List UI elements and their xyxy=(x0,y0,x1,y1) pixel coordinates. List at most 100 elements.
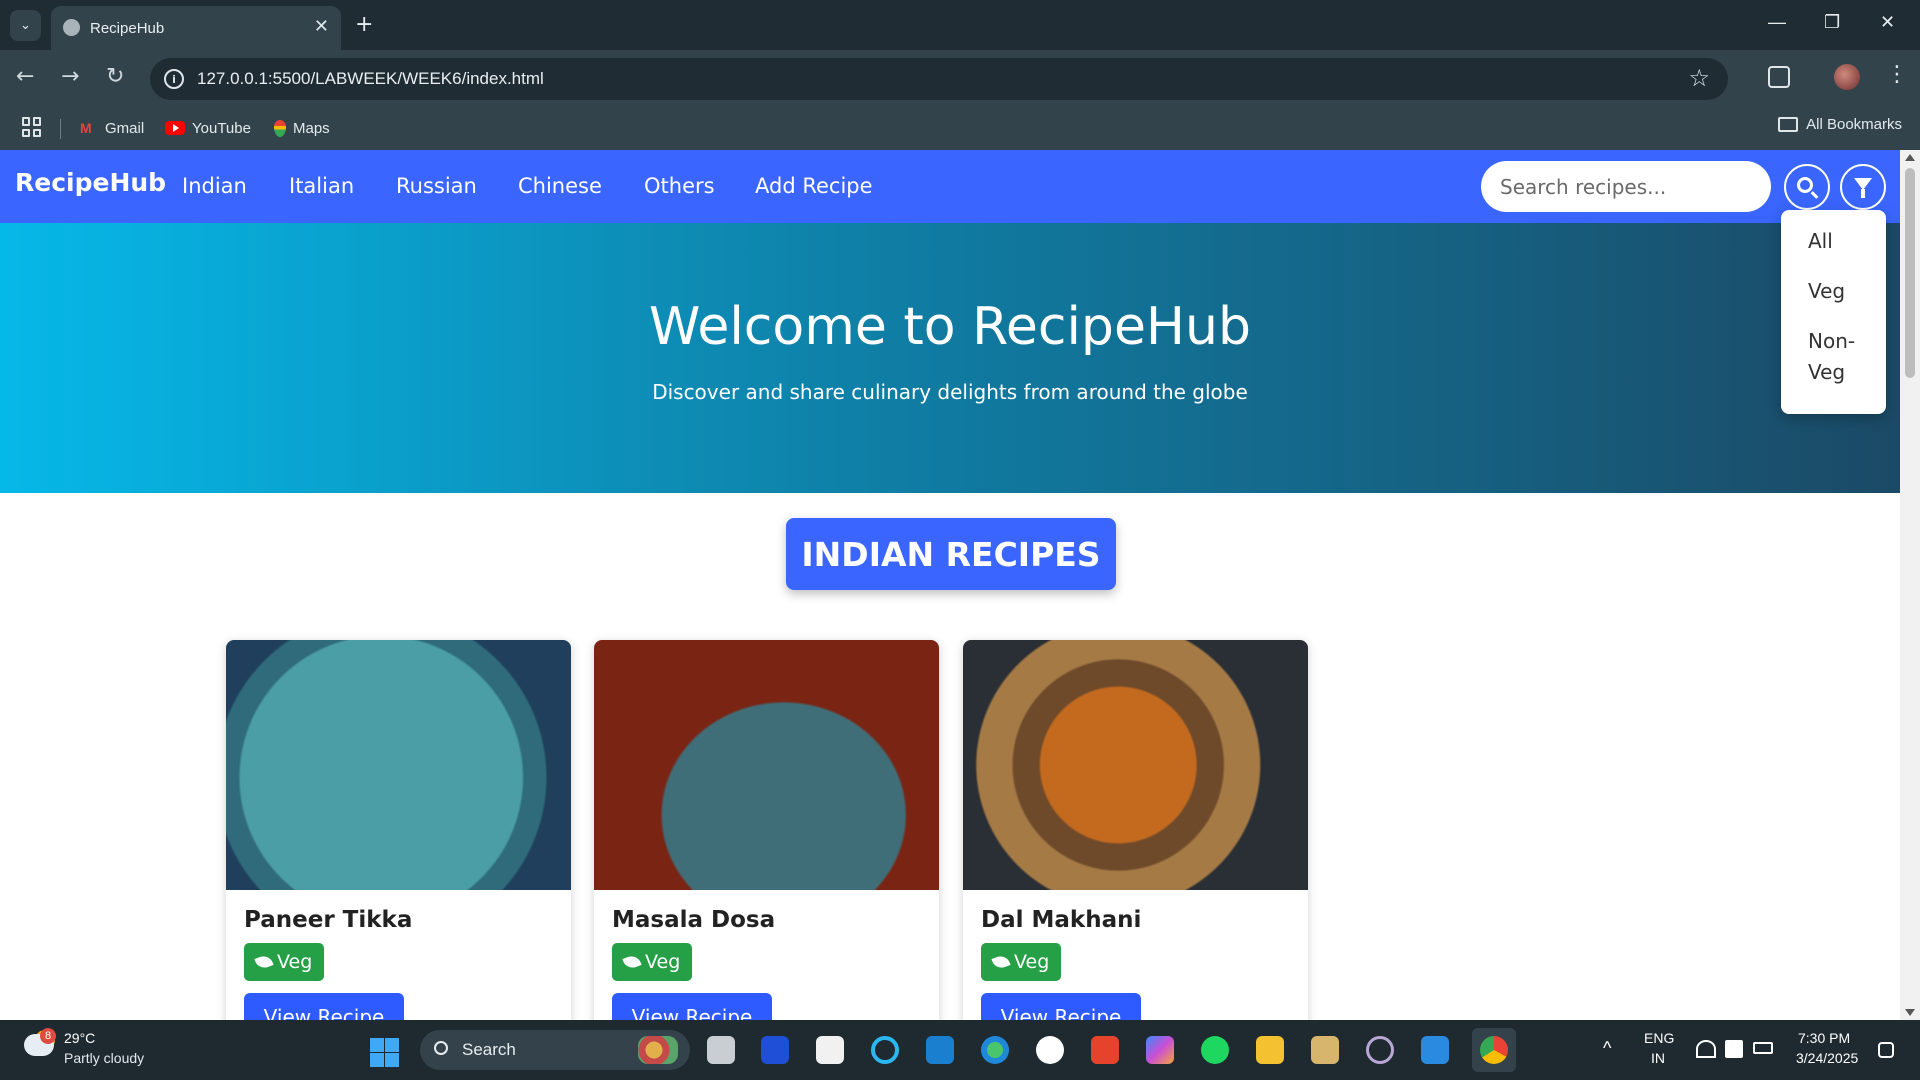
search-icon xyxy=(1797,177,1813,193)
filter-icon xyxy=(1854,178,1872,198)
filter-option-non-veg-line1[interactable]: Non- xyxy=(1808,326,1855,357)
bookmark-gmail[interactable]: M Gmail xyxy=(80,116,144,140)
browser-toolbar: ← → ↻ i 127.0.0.1:5500/LABWEEK/WEEK6/ind… xyxy=(0,50,1920,108)
store-icon[interactable] xyxy=(816,1036,844,1064)
url-text[interactable]: 127.0.0.1:5500/LABWEEK/WEEK6/index.html xyxy=(197,69,544,89)
globe-icon xyxy=(63,19,80,36)
reload-button[interactable]: ↻ xyxy=(106,64,124,89)
recipe-name: Paneer Tikka xyxy=(244,907,413,933)
filter-option-all[interactable]: All xyxy=(1808,226,1833,257)
browser-tab[interactable]: RecipeHub ✕ xyxy=(51,6,341,50)
folder-icon[interactable] xyxy=(1256,1036,1284,1064)
minimize-button[interactable]: — xyxy=(1768,12,1786,33)
tab-title: RecipeHub xyxy=(90,20,165,37)
notification-badge: 8 xyxy=(40,1028,56,1044)
view-recipe-button[interactable]: View Recipe xyxy=(981,993,1141,1020)
leaf-icon xyxy=(622,953,642,971)
site-info-icon[interactable]: i xyxy=(164,69,184,89)
apps-grid-icon[interactable] xyxy=(22,117,42,137)
recipe-search-input[interactable] xyxy=(1481,161,1771,212)
clock-date[interactable]: 3/24/2025 xyxy=(1796,1050,1858,1066)
copilot-icon[interactable] xyxy=(1146,1036,1174,1064)
taskbar-search[interactable]: Search xyxy=(420,1030,690,1070)
recipe-card: Masala Dosa Veg View Recipe xyxy=(594,640,939,1020)
tab-close-icon[interactable]: ✕ xyxy=(314,16,329,37)
veg-badge: Veg xyxy=(612,943,693,981)
scroll-thumb[interactable] xyxy=(1905,168,1915,378)
slack-icon[interactable] xyxy=(1036,1036,1064,1064)
region-label[interactable]: IN xyxy=(1651,1050,1665,1066)
language-label[interactable]: ENG xyxy=(1644,1030,1674,1046)
back-button[interactable]: ← xyxy=(16,64,34,89)
bookmark-label: YouTube xyxy=(192,119,251,137)
bookmark-label: Maps xyxy=(293,119,330,137)
windows-taskbar: 8 29°C Partly cloudy Search ^ ENG IN 7:3… xyxy=(0,1020,1920,1080)
scroll-up-arrow-icon[interactable] xyxy=(1905,154,1915,161)
bookmark-maps[interactable]: Maps xyxy=(274,116,330,140)
spotify-icon[interactable] xyxy=(1201,1036,1229,1064)
view-recipe-button[interactable]: View Recipe xyxy=(612,993,772,1020)
maps-icon xyxy=(274,119,286,137)
volume-icon[interactable] xyxy=(1725,1040,1743,1058)
clock-time[interactable]: 7:30 PM xyxy=(1798,1030,1850,1046)
weather-temperature[interactable]: 29°C xyxy=(64,1030,95,1046)
restore-button[interactable]: ❐ xyxy=(1824,12,1840,33)
extensions-icon[interactable] xyxy=(1768,66,1790,88)
badge-label: Veg xyxy=(645,951,681,973)
l-app-icon[interactable] xyxy=(761,1036,789,1064)
nav-link-indian[interactable]: Indian xyxy=(182,174,247,198)
browser-menu-icon[interactable]: ⋮ xyxy=(1886,62,1908,87)
search-highlight-icon xyxy=(638,1036,678,1064)
nav-link-italian[interactable]: Italian xyxy=(289,174,354,198)
nav-link-add-recipe[interactable]: Add Recipe xyxy=(755,174,873,198)
tab-search-button[interactable]: ⌄ xyxy=(10,10,41,41)
veg-badge: Veg xyxy=(244,943,325,981)
all-bookmarks[interactable]: All Bookmarks xyxy=(1778,116,1902,133)
recipe-name: Dal Makhani xyxy=(981,907,1142,933)
bookmarks-bar: M Gmail YouTube Maps All Bookmarks xyxy=(0,108,1920,150)
notifications-icon[interactable] xyxy=(1878,1042,1894,1058)
bookmark-star-icon[interactable]: ☆ xyxy=(1688,64,1710,92)
game-icon[interactable] xyxy=(1311,1036,1339,1064)
edge-icon[interactable] xyxy=(981,1036,1009,1064)
search-button[interactable] xyxy=(1784,164,1830,210)
wps-icon[interactable] xyxy=(1091,1036,1119,1064)
battery-icon[interactable] xyxy=(1753,1042,1773,1054)
view-recipe-button[interactable]: View Recipe xyxy=(244,993,404,1020)
site-brand[interactable]: RecipeHub xyxy=(15,168,166,197)
prime-video-icon[interactable] xyxy=(926,1036,954,1064)
bookmark-youtube[interactable]: YouTube xyxy=(165,116,251,140)
new-tab-button[interactable]: + xyxy=(355,12,373,37)
nav-link-chinese[interactable]: Chinese xyxy=(518,174,602,198)
filter-dropdown: All Veg Non- Veg xyxy=(1781,210,1886,414)
divider xyxy=(60,119,61,139)
profile-avatar[interactable] xyxy=(1834,64,1860,90)
windows-start-icon[interactable] xyxy=(370,1038,399,1067)
scroll-down-arrow-icon[interactable] xyxy=(1905,1009,1915,1016)
badge-label: Veg xyxy=(277,951,313,973)
vscode-icon[interactable] xyxy=(1421,1036,1449,1064)
filter-button[interactable] xyxy=(1840,164,1886,210)
cortana-icon[interactable] xyxy=(871,1036,899,1064)
nav-link-russian[interactable]: Russian xyxy=(396,174,477,198)
tray-overflow-icon[interactable]: ^ xyxy=(1603,1038,1611,1059)
recipe-name: Masala Dosa xyxy=(612,907,776,933)
folder-icon xyxy=(1778,117,1799,132)
badge-label: Veg xyxy=(1014,951,1050,973)
wifi-icon[interactable] xyxy=(1696,1040,1716,1058)
filter-option-non-veg-line2[interactable]: Veg xyxy=(1808,357,1845,388)
media-player-icon[interactable] xyxy=(1366,1036,1394,1064)
site-navbar: RecipeHub Indian Italian Russian Chinese… xyxy=(0,150,1900,223)
nav-link-others[interactable]: Others xyxy=(644,174,715,198)
close-window-button[interactable]: ✕ xyxy=(1880,12,1895,33)
chrome-icon[interactable] xyxy=(1480,1036,1508,1064)
address-bar[interactable]: i 127.0.0.1:5500/LABWEEK/WEEK6/index.htm… xyxy=(150,58,1728,100)
recipe-image xyxy=(594,640,939,890)
file-explorer-icon[interactable] xyxy=(707,1036,735,1064)
filter-option-veg[interactable]: Veg xyxy=(1808,276,1845,307)
forward-button[interactable]: → xyxy=(61,64,79,89)
weather-description[interactable]: Partly cloudy xyxy=(64,1050,144,1066)
recipe-card: Paneer Tikka Veg View Recipe xyxy=(226,640,571,1020)
page-scrollbar[interactable] xyxy=(1900,150,1920,1020)
veg-badge: Veg xyxy=(981,943,1062,981)
